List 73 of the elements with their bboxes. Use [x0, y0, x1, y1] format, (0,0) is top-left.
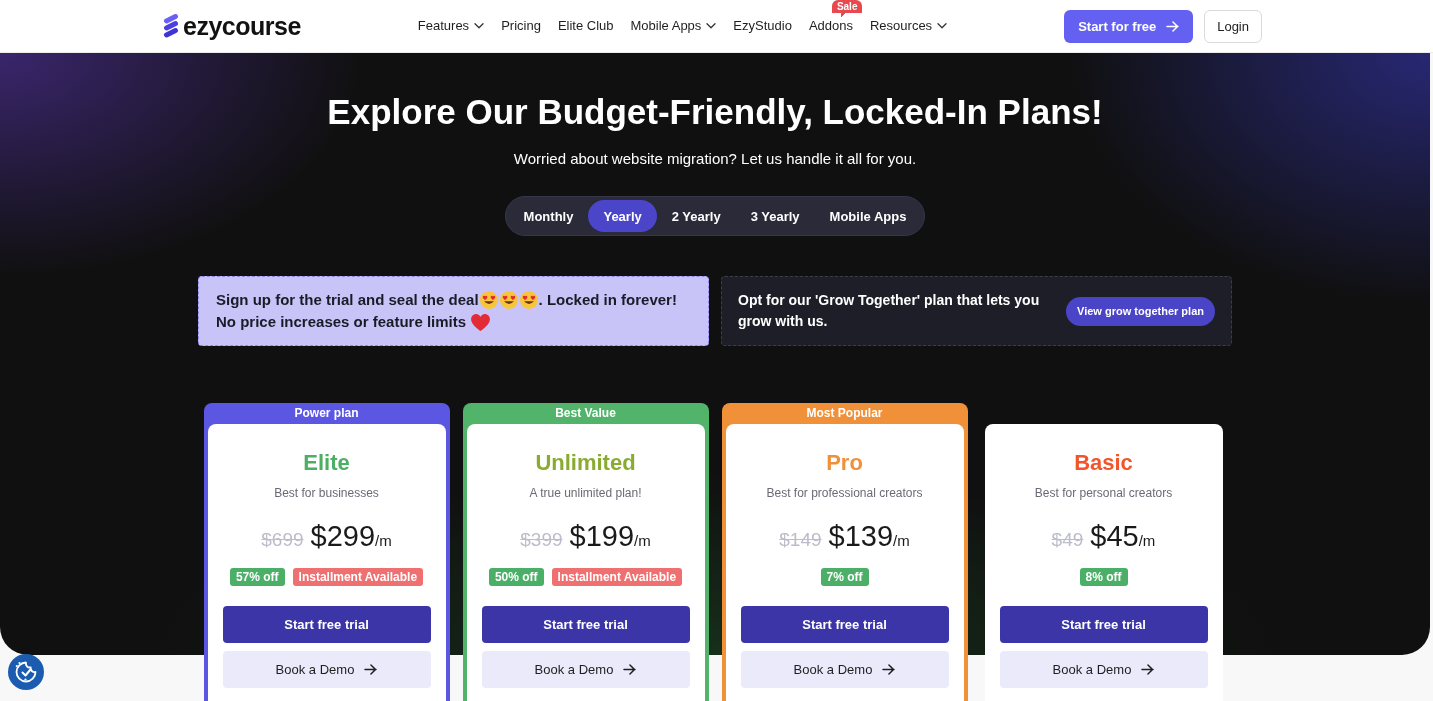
heart-eyes-emoji-icon: [499, 291, 518, 309]
ribbon-label: Power plan: [293, 405, 360, 422]
old-price: $399: [520, 529, 563, 551]
plan-name: Elite: [303, 450, 350, 476]
price-period: /m: [634, 532, 651, 549]
grow-banner-text: Opt for our 'Grow Together' plan that lets you grow with us.: [738, 291, 1041, 331]
login-button[interactable]: Login: [1204, 9, 1262, 43]
plan-price: $139: [828, 520, 894, 553]
brand-name[interactable]: ezycourse: [183, 12, 301, 40]
discount-badge: 57% off: [229, 568, 285, 586]
arrow-right-icon[interactable]: [364, 664, 378, 675]
book-demo-button[interactable]: Book a Demo: [740, 651, 949, 688]
billing-tab[interactable]: Mobile Apps: [814, 200, 922, 232]
arrow-right-icon[interactable]: [623, 664, 637, 675]
page-subtitle: Worried about website migration? Let us handle it all for you.: [513, 149, 917, 169]
nav-link[interactable]: Addons: [808, 17, 853, 35]
plan-price: $45: [1090, 520, 1139, 553]
billing-tab[interactable]: 2 Yearly: [656, 200, 736, 232]
book-demo-button[interactable]: Book a Demo: [222, 651, 431, 688]
price-period: /m: [1138, 532, 1156, 549]
start-trial-button[interactable]: Start free trial: [999, 606, 1208, 643]
arrow-right-icon[interactable]: [1141, 664, 1155, 675]
start-trial-button[interactable]: Start free trial: [481, 606, 690, 643]
billing-tab[interactable]: 3 Yearly: [735, 200, 815, 232]
plan-name: Unlimited: [535, 450, 636, 476]
book-demo-button[interactable]: Book a Demo: [999, 651, 1208, 688]
nav-link[interactable]: Mobile Apps: [630, 17, 717, 35]
nav-link[interactable]: Features: [417, 17, 485, 35]
arrow-right-icon[interactable]: [882, 664, 896, 675]
chevron-down-icon[interactable]: [937, 23, 948, 29]
banner-text: Sign up for the trial and seal the deal: [216, 290, 479, 310]
nav-link[interactable]: Resources: [870, 17, 948, 35]
heart-eyes-emoji-icon: [479, 291, 498, 309]
ribbon-label: Best Value: [554, 405, 617, 422]
page-title: Explore Our Budget-Friendly, Locked-In Plans!: [327, 92, 1103, 132]
chevron-down-icon[interactable]: [474, 23, 485, 29]
installment-badge: Installment Available: [292, 568, 424, 586]
start-trial-button[interactable]: Start free trial: [740, 606, 949, 643]
sale-badge: Sale: [831, 0, 863, 17]
installment-badge: Installment Available: [551, 568, 683, 586]
billing-tab[interactable]: Monthly: [508, 200, 589, 232]
plan-tagline: Best for personal creators: [1034, 485, 1173, 501]
nav-link[interactable]: EzyStudio: [733, 17, 792, 35]
billing-tab[interactable]: Yearly: [588, 200, 657, 232]
discount-badge: 50% off: [488, 568, 544, 586]
ribbon-label: Most Popular: [805, 405, 884, 422]
chevron-down-icon[interactable]: [706, 23, 717, 29]
plan-price: $299: [310, 520, 376, 553]
price-period: /m: [893, 532, 910, 549]
plan-name: Basic: [1074, 450, 1133, 476]
banner-text: . Locked in forever!: [538, 290, 677, 310]
cookie-check-icon[interactable]: [8, 654, 44, 690]
start-free-button[interactable]: Start for free: [1064, 9, 1194, 43]
nav-link[interactable]: Elite Club: [557, 17, 614, 35]
old-price: $49: [1051, 529, 1084, 551]
banner-text: No price increases or feature limits: [216, 312, 467, 332]
heart-icon: [471, 313, 491, 331]
heart-eyes-emoji-icon: [519, 291, 538, 309]
plan-tagline: Best for businesses: [274, 485, 379, 501]
old-price: $149: [779, 529, 822, 551]
start-trial-button[interactable]: Start free trial: [222, 606, 431, 643]
price-period: /m: [375, 532, 392, 549]
old-price: $699: [261, 529, 304, 551]
book-demo-button[interactable]: Book a Demo: [481, 651, 690, 688]
view-plan-button[interactable]: View grow together plan: [1066, 296, 1215, 326]
plan-name: Pro: [826, 450, 863, 476]
discount-badge: 8% off: [1079, 568, 1128, 586]
discount-badge: 7% off: [820, 568, 869, 586]
nav-link[interactable]: Pricing: [501, 17, 541, 35]
plan-tagline: Best for professional creators: [766, 485, 923, 501]
plan-tagline: A true unlimited plan!: [529, 485, 642, 501]
logo-icon[interactable]: [163, 14, 179, 38]
plan-price: $199: [569, 520, 635, 553]
